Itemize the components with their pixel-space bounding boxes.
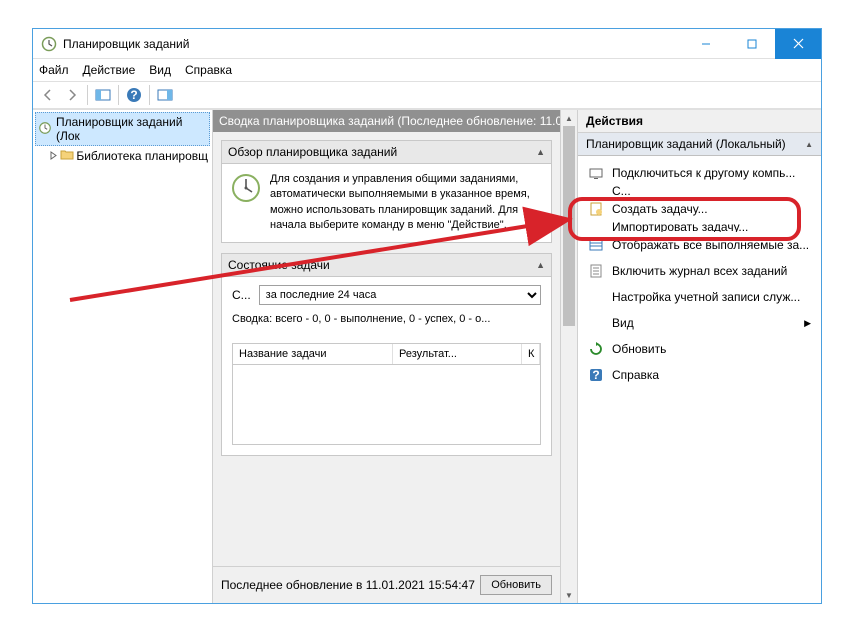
- action-enable-log[interactable]: Включить журнал всех заданий: [578, 258, 821, 284]
- last-update-text: Последнее обновление в 11.01.2021 15:54:…: [221, 578, 475, 592]
- menu-view[interactable]: Вид: [149, 63, 171, 77]
- clock-icon: [41, 36, 57, 52]
- task-table-body: [232, 365, 541, 445]
- action-import[interactable]: Импортировать задачу...: [578, 222, 821, 232]
- svg-text:?: ?: [130, 88, 137, 102]
- log-icon: [588, 263, 604, 279]
- clock-icon-large: [230, 172, 262, 234]
- vertical-scrollbar[interactable]: ▲ ▼: [560, 110, 577, 603]
- refresh-icon: [588, 341, 604, 357]
- new-task-icon: [588, 201, 604, 217]
- scroll-thumb[interactable]: [563, 126, 575, 326]
- help-button[interactable]: ?: [123, 84, 145, 106]
- action-refresh[interactable]: Обновить: [578, 336, 821, 362]
- overview-title: Обзор планировщика заданий: [228, 145, 397, 159]
- connect-icon: [588, 165, 604, 181]
- tree-child[interactable]: Библиотека планировщ: [35, 146, 210, 165]
- collapse-icon[interactable]: ▲: [536, 147, 545, 157]
- maximize-button[interactable]: [729, 29, 775, 59]
- status-panel: Состояние задачи ▲ С... за последние 24 …: [221, 253, 552, 456]
- collapse-icon[interactable]: ▲: [536, 260, 545, 270]
- actions-pane: Действия Планировщик заданий (Локальный)…: [577, 110, 821, 603]
- svg-text:?: ?: [592, 368, 599, 382]
- overview-desc: Для создания и управления общими задания…: [270, 172, 543, 234]
- action-create-task[interactable]: Создать задачу...: [578, 196, 821, 222]
- summary-pane: Сводка планировщика заданий (Последнее о…: [213, 110, 577, 603]
- status-title: Состояние задачи: [228, 258, 330, 272]
- menubar: Файл Действие Вид Справка: [33, 59, 821, 81]
- collapse-up-icon[interactable]: ▲: [805, 140, 813, 149]
- view-icon: [588, 315, 604, 331]
- summary-header: Сводка планировщика заданий (Последнее о…: [213, 110, 560, 132]
- titlebar: Планировщик заданий: [33, 29, 821, 59]
- summary-footer: Последнее обновление в 11.01.2021 15:54:…: [213, 566, 560, 603]
- scroll-up-arrow[interactable]: ▲: [561, 110, 577, 126]
- menu-action[interactable]: Действие: [83, 63, 136, 77]
- tree-root[interactable]: Планировщик заданий (Лок: [35, 112, 210, 146]
- menu-file[interactable]: Файл: [39, 63, 69, 77]
- expand-icon[interactable]: [49, 150, 58, 161]
- account-icon: [588, 289, 604, 305]
- tree-root-label: Планировщик заданий (Лок: [56, 115, 207, 143]
- show-hide-action-button[interactable]: [154, 84, 176, 106]
- back-button[interactable]: [37, 84, 59, 106]
- clock-icon: [38, 121, 52, 138]
- col-extra[interactable]: К: [522, 344, 540, 364]
- action-help[interactable]: ? Справка: [578, 362, 821, 388]
- tree-child-label: Библиотека планировщ: [76, 149, 208, 163]
- status-period-select[interactable]: за последние 24 часа: [259, 285, 541, 305]
- minimize-button[interactable]: [683, 29, 729, 59]
- status-summary: Сводка: всего - 0, 0 - выполнение, 0 - у…: [222, 313, 551, 335]
- submenu-arrow-icon: ▶: [804, 318, 811, 329]
- action-hidden-top[interactable]: С...: [578, 186, 821, 196]
- status-label: С...: [232, 288, 251, 302]
- scroll-down-arrow[interactable]: ▼: [561, 587, 577, 603]
- toolbar: ?: [33, 81, 821, 109]
- help-icon: ?: [588, 367, 604, 383]
- action-connect[interactable]: Подключиться к другому компь...: [578, 160, 821, 186]
- menu-help[interactable]: Справка: [185, 63, 232, 77]
- show-hide-tree-button[interactable]: [92, 84, 114, 106]
- actions-header: Действия: [578, 110, 821, 133]
- refresh-button[interactable]: Обновить: [480, 575, 552, 595]
- col-result[interactable]: Результат...: [393, 344, 522, 364]
- window-title: Планировщик заданий: [63, 37, 683, 51]
- tree-pane: Планировщик заданий (Лок Библиотека план…: [33, 110, 213, 603]
- close-button[interactable]: [775, 29, 821, 59]
- folder-icon: [60, 148, 74, 163]
- actions-list: Подключиться к другому компь... С... Соз…: [578, 156, 821, 392]
- overview-panel: Обзор планировщика заданий ▲ Для создани…: [221, 140, 552, 243]
- action-show-running[interactable]: Отображать все выполняемые за...: [578, 232, 821, 258]
- col-name[interactable]: Название задачи: [233, 344, 393, 364]
- forward-button[interactable]: [61, 84, 83, 106]
- import-icon: [588, 222, 604, 232]
- content-area: Планировщик заданий (Лок Библиотека план…: [33, 109, 821, 603]
- task-scheduler-window: Планировщик заданий Файл Действие Вид Сп…: [32, 28, 822, 604]
- showall-icon: [588, 237, 604, 253]
- action-view[interactable]: Вид ▶: [578, 310, 821, 336]
- actions-subheader[interactable]: Планировщик заданий (Локальный) ▲: [578, 133, 821, 156]
- action-account-config[interactable]: Настройка учетной записи служ...: [578, 284, 821, 310]
- folder-icon: [588, 186, 604, 196]
- task-table-header: Название задачи Результат... К: [232, 343, 541, 365]
